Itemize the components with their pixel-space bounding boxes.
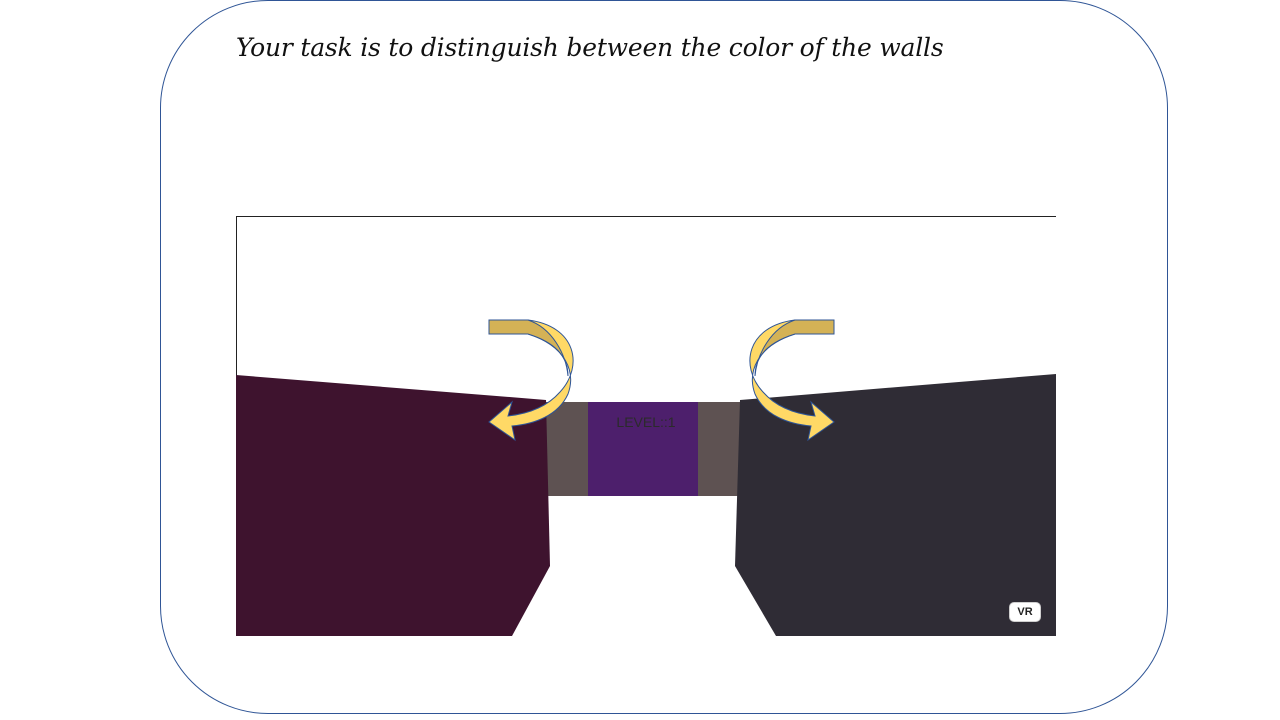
level-label: LEVEL::1	[616, 414, 676, 430]
game-viewport[interactable]: LEVEL::1 VR	[236, 216, 1056, 636]
task-instruction: Your task is to distinguish between the …	[236, 33, 944, 62]
vr-button[interactable]: VR	[1009, 602, 1041, 622]
